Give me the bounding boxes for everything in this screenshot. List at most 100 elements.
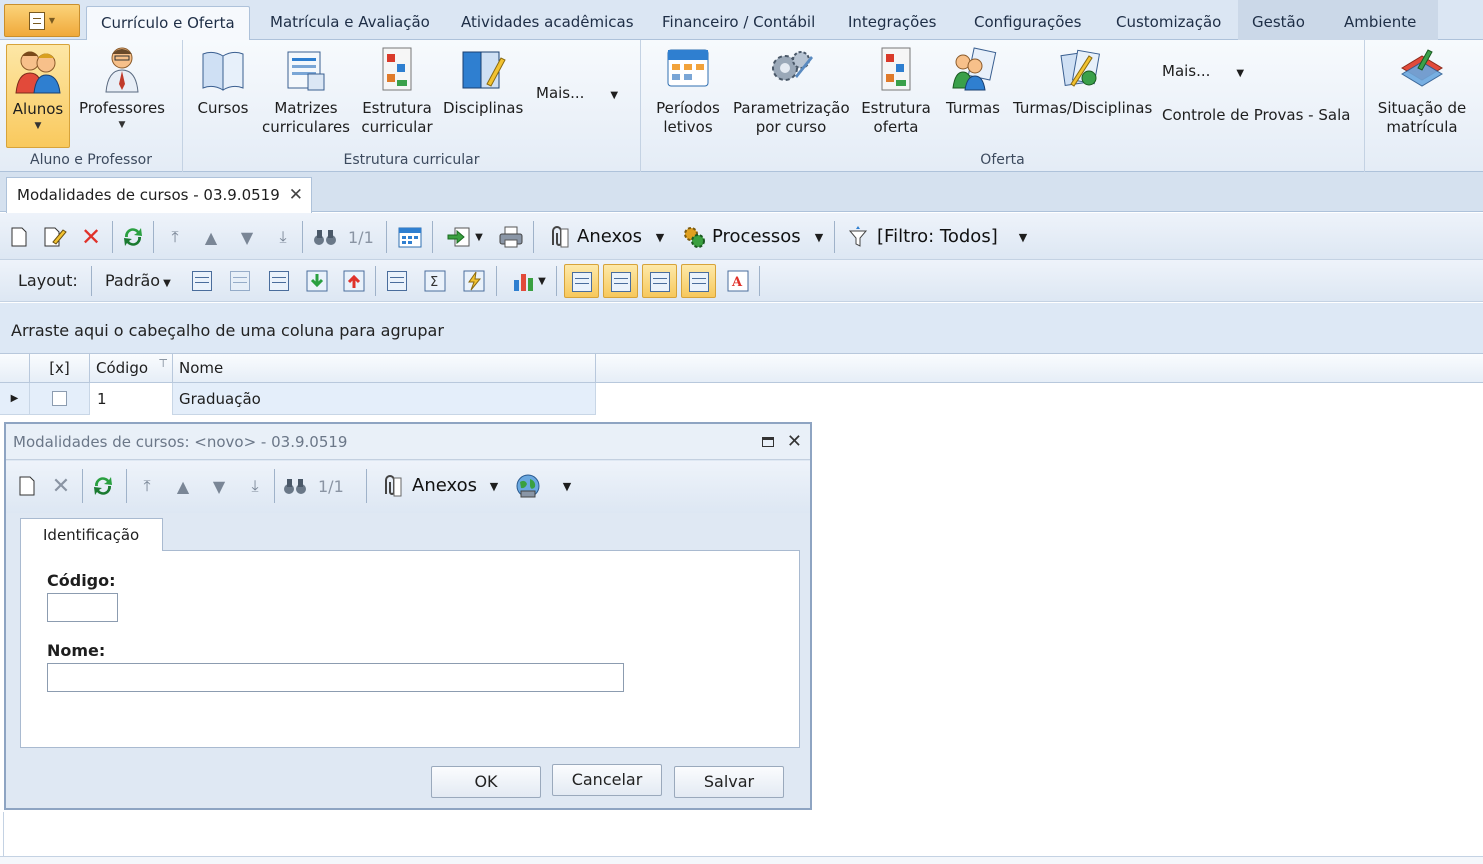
estrutura-curricular-button[interactable]: Estrutura curricular — [359, 44, 435, 137]
dialog-new-button[interactable] — [16, 475, 38, 497]
column-header-nome[interactable]: Nome — [173, 354, 596, 383]
dialog-anexos-label[interactable]: Anexos — [412, 475, 477, 496]
view-option-2-button[interactable] — [603, 264, 638, 298]
dialog-anexos-dropdown[interactable]: ▼ — [486, 474, 502, 498]
anexos-label[interactable]: Anexos — [577, 226, 642, 247]
calendar-view-button[interactable] — [397, 225, 423, 249]
dialog-next-record-button[interactable]: ▼ — [208, 474, 230, 498]
codigo-field[interactable] — [47, 593, 118, 622]
application-menu-button[interactable]: ▼ — [4, 4, 80, 37]
cell-codigo[interactable]: 1 — [90, 383, 173, 415]
dialog-first-record-button[interactable]: ⤒ — [136, 474, 158, 498]
tab-matricula-e-avaliacao[interactable]: Matrícula e Avaliação — [256, 6, 444, 40]
row-select-checkbox[interactable] — [52, 391, 67, 406]
dialog-delete-button[interactable]: ✕ — [50, 474, 72, 499]
column-chooser-button[interactable] — [385, 269, 409, 293]
processos-label[interactable]: Processos — [712, 226, 801, 247]
filter-dropdown[interactable]: ▼ — [1015, 225, 1031, 249]
last-record-button[interactable]: ⤓ — [272, 225, 294, 249]
summary-button[interactable]: Σ — [423, 269, 447, 293]
ok-button[interactable]: OK — [431, 766, 541, 798]
tab-ambiente[interactable]: Ambiente — [1330, 0, 1438, 40]
tab-curriculo-e-oferta[interactable]: Currículo e Oferta — [86, 6, 250, 41]
salvar-button[interactable]: Salvar — [674, 766, 784, 798]
estrutura-oferta-button[interactable]: Estrutura oferta — [859, 44, 933, 137]
tab-integracoes[interactable]: Integrações — [834, 6, 950, 40]
dialog-refresh-button[interactable] — [90, 473, 116, 499]
cancelar-button[interactable]: Cancelar — [552, 764, 662, 796]
filter-icon[interactable]: ⊤ — [158, 350, 168, 378]
close-icon[interactable]: ✕ — [289, 178, 303, 212]
grid-icon — [689, 272, 709, 292]
print-button[interactable] — [498, 225, 524, 249]
previous-record-button[interactable]: ▲ — [200, 225, 222, 249]
situacao-matricula-button[interactable]: Situação de matrícula — [1377, 44, 1467, 137]
first-record-button[interactable]: ⤒ — [164, 225, 186, 249]
next-record-button[interactable]: ▼ — [236, 225, 258, 249]
tab-gestao[interactable]: Gestão — [1238, 0, 1330, 40]
layout-export-button[interactable] — [342, 269, 366, 293]
anexos-dropdown[interactable]: ▼ — [652, 225, 668, 249]
refresh-button[interactable] — [120, 224, 146, 250]
tab-customizacao[interactable]: Customização — [1102, 6, 1235, 40]
processos-dropdown[interactable]: ▼ — [811, 225, 827, 249]
tab-configuracoes[interactable]: Configurações — [960, 6, 1095, 40]
dialog-globe-dropdown[interactable]: ▼ — [559, 474, 575, 498]
layout-default-button[interactable] — [267, 269, 291, 293]
view-option-4-button[interactable] — [681, 264, 716, 298]
filter-button[interactable] — [846, 224, 870, 250]
processos-button[interactable] — [681, 224, 707, 250]
cursos-button[interactable]: Cursos — [193, 44, 253, 118]
layout-delete-button[interactable] — [228, 269, 252, 293]
tab-financeiro-contabil[interactable]: Financeiro / Contábil — [648, 6, 829, 40]
close-icon[interactable]: ✕ — [787, 424, 802, 460]
controle-provas-sala-button[interactable]: Controle de Provas - Sala — [1162, 106, 1350, 124]
periodos-letivos-button[interactable]: Períodos letivos — [653, 44, 723, 137]
new-record-button[interactable] — [8, 226, 30, 248]
professores-button[interactable]: Professores ▼ — [76, 44, 168, 132]
tab-identificacao[interactable]: Identificação — [20, 518, 163, 551]
matrizes-curriculares-button[interactable]: Matrizes curriculares — [261, 44, 351, 137]
filter-label[interactable]: [Filtro: Todos] — [877, 226, 998, 247]
binoculars-icon — [314, 230, 336, 245]
nome-field[interactable] — [47, 663, 624, 692]
alunos-button[interactable]: Alunos ▼ — [6, 44, 70, 148]
dialog-globe-button[interactable] — [514, 473, 542, 499]
view-option-1-button[interactable] — [564, 264, 599, 298]
parametrizacao-por-curso-button[interactable]: Parametrização por curso — [733, 44, 850, 137]
ribbon-group-matricula: Situação de matrícula — [1365, 40, 1483, 172]
edit-record-button[interactable] — [42, 226, 68, 248]
layout-import-button[interactable] — [305, 269, 329, 293]
table-row[interactable]: ▶ 1 Graduação — [0, 383, 596, 415]
dialog-search-button[interactable] — [282, 474, 308, 498]
grid-header: [x] Código ⊤ Nome — [0, 354, 1483, 383]
layout-save-button[interactable] — [190, 269, 214, 293]
maximize-icon[interactable] — [762, 437, 774, 447]
dialog-previous-record-button[interactable]: ▲ — [172, 474, 194, 498]
mais-estrutura-dropdown[interactable]: Mais... ▼ — [536, 84, 618, 102]
dialog-last-record-button[interactable]: ⤓ — [244, 474, 266, 498]
column-header-select[interactable]: [x] — [30, 354, 90, 383]
chevron-down-icon: ▼ — [163, 278, 171, 289]
document-tab-modalidades[interactable]: Modalidades de cursos - 03.9.0519 ✕ — [6, 177, 312, 213]
layout-select[interactable]: Padrão ▼ — [105, 271, 171, 290]
delete-record-button[interactable]: ✕ — [80, 223, 102, 251]
tab-atividades-academicas[interactable]: Atividades acadêmicas — [447, 6, 648, 40]
format-button[interactable] — [462, 269, 486, 293]
disciplinas-button[interactable]: Disciplinas — [443, 44, 523, 118]
view-option-3-button[interactable] — [642, 264, 677, 298]
turmas-button[interactable]: Turmas — [943, 44, 1003, 118]
font-button[interactable]: A — [726, 269, 750, 293]
group-by-area[interactable]: Arraste aqui o cabeçalho de uma coluna p… — [0, 303, 1483, 354]
anexos-button[interactable] — [545, 225, 571, 249]
teacher-icon — [105, 47, 139, 93]
search-button[interactable] — [312, 225, 338, 249]
mais-oferta-dropdown[interactable]: Mais... ▼ — [1162, 62, 1244, 80]
dialog-anexos-button[interactable] — [378, 474, 404, 498]
chart-dropdown-button[interactable]: ▼ — [508, 269, 550, 293]
down-arrow-icon: ▼ — [240, 227, 254, 247]
export-dropdown-button[interactable]: ▼ — [443, 225, 487, 249]
turmas-disciplinas-button[interactable]: Turmas/Disciplinas — [1013, 44, 1152, 118]
column-header-codigo[interactable]: Código ⊤ — [90, 354, 173, 383]
cell-nome[interactable]: Graduação — [173, 383, 596, 415]
